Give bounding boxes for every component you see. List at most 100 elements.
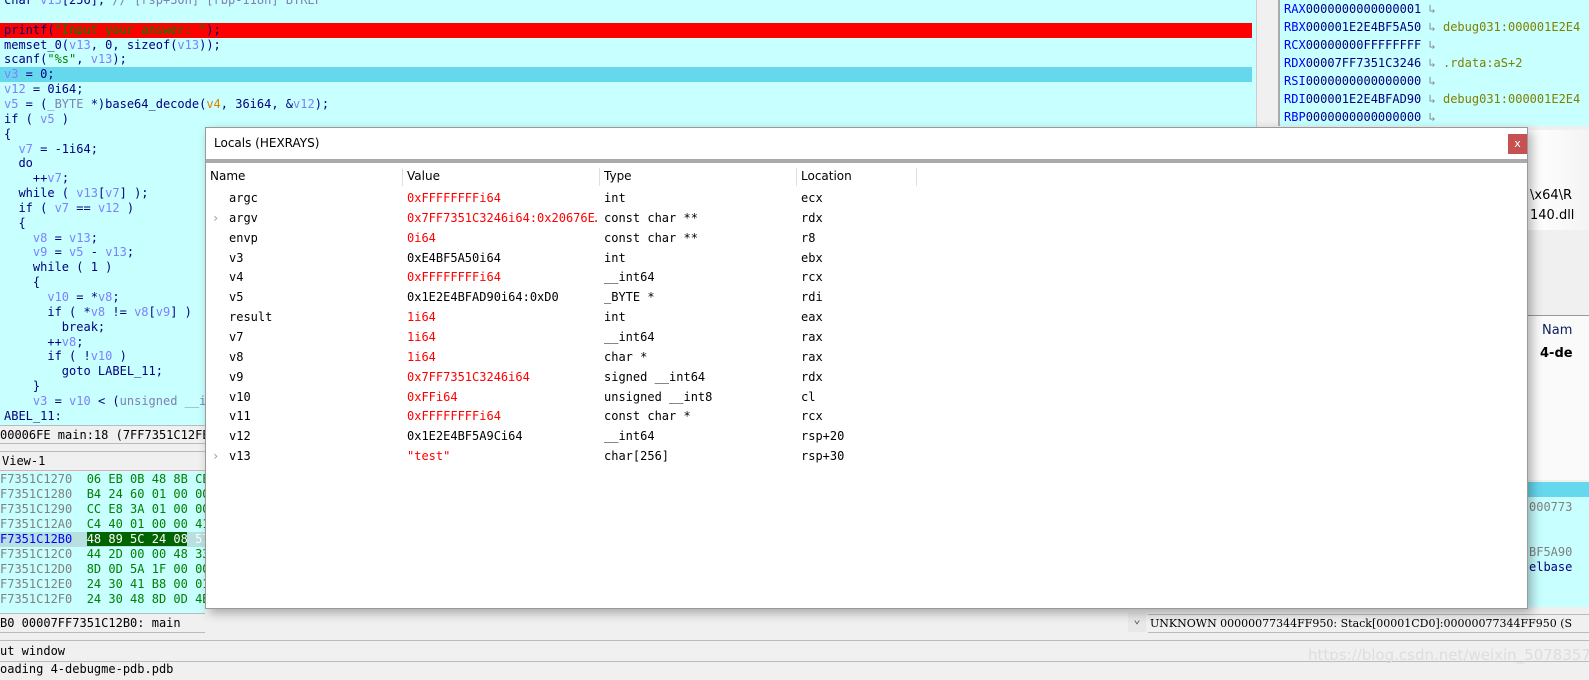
code-line[interactable]: printf("Input your answer: "); <box>0 22 1252 38</box>
locals-row[interactable]: › argv 0x7FF7351C3246i64:0x20676E… const ch… <box>206 208 1527 228</box>
locals-row[interactable]: › v13 "test" char[256] rsp+30 <box>206 446 1527 466</box>
hex-address: F7351C12D0 <box>0 562 73 576</box>
code-token: v8 <box>32 230 48 245</box>
pseudocode-scrollbar[interactable] <box>1256 0 1278 130</box>
local-location: r8 <box>801 230 816 245</box>
local-value[interactable]: 0x7FF7351C3246i64 <box>407 367 597 387</box>
local-value[interactable]: "test" <box>407 446 597 466</box>
code-line[interactable]: if ( v5 ) <box>4 112 1256 127</box>
code-line[interactable]: scanf("%s", v13); <box>4 52 1256 67</box>
column-header-type[interactable]: Type <box>600 168 797 186</box>
register-value[interactable]: 0000000000000000 <box>1306 74 1422 88</box>
local-location: rsp+20 <box>801 429 845 444</box>
code-line[interactable]: v3 = 0; <box>0 67 1252 83</box>
register-row[interactable]: RCX00000000FFFFFFFF ↳ <box>1284 36 1443 54</box>
locals-row[interactable]: v11 0xFFFFFFFFi64 const char * rcx <box>206 406 1527 426</box>
locals-row[interactable]: v10 0xFFi64 unsigned __int8 cl <box>206 387 1527 407</box>
close-button[interactable]: x <box>1508 134 1527 154</box>
register-value[interactable]: 00007FF7351C3246 <box>1306 56 1422 70</box>
code-token: v13 <box>40 0 62 7</box>
code-line[interactable]: memset_0(v13, 0, sizeof(v13)); <box>4 38 1256 53</box>
hex-row[interactable]: F7351C12E0 24 30 41 B8 00 01 0 <box>0 577 224 592</box>
register-name: RDX <box>1284 56 1306 70</box>
locals-row[interactable]: v4 0xFFFFFFFFi64 __int64 rcx <box>206 267 1527 287</box>
locals-row[interactable]: envp 0i64 const char ** r8 <box>206 228 1527 248</box>
hex-view[interactable]: F7351C1270 06 EB 0B 48 8B CE F F7351C1280… <box>0 472 224 620</box>
local-value[interactable]: 1i64 <box>407 327 597 347</box>
register-target[interactable]: .rdata:aS+2 <box>1443 56 1522 70</box>
local-value[interactable]: 1i64 <box>407 347 597 367</box>
register-row[interactable]: RDI000001E2E4BFAD90 ↳ debug031:000001E2E… <box>1284 90 1580 108</box>
local-value[interactable]: 0i64 <box>407 228 597 248</box>
local-value[interactable]: 0xFFFFFFFFi64 <box>407 406 597 426</box>
register-row[interactable]: RSI0000000000000000 ↳ <box>1284 72 1443 90</box>
hex-address: F7351C1270 <box>0 472 73 486</box>
expand-chevron-icon[interactable]: › <box>212 446 219 466</box>
hex-row[interactable]: F7351C1270 06 EB 0B 48 8B CE F <box>0 472 224 487</box>
local-location: rcx <box>801 409 823 424</box>
dialog-title[interactable]: Locals (HEXRAYS) <box>206 128 1527 159</box>
arrow-icon: ↳ <box>1421 110 1443 124</box>
hex-row[interactable]: F7351C12B0 48 89 5C 24 08 57 4 <box>0 532 224 547</box>
locals-dialog[interactable]: Locals (HEXRAYS) x Name Value Type Locat… <box>205 127 1528 609</box>
local-value[interactable]: 0x7FF7351C3246i64:0x20676E… <box>407 208 597 228</box>
code-line[interactable]: v12 = 0i64; <box>4 82 1256 97</box>
code-line[interactable] <box>4 8 1256 23</box>
register-value[interactable]: 0000000000000000 <box>1306 110 1422 124</box>
register-row[interactable]: RDX00007FF7351C3246 ↳ .rdata:aS+2 <box>1284 54 1522 72</box>
modules-name-header[interactable]: Nam <box>1542 323 1572 338</box>
hex-row[interactable]: F7351C12A0 C4 40 01 00 00 41 5 <box>0 517 224 532</box>
local-value[interactable]: 0xFFFFFFFFi64 <box>407 267 597 287</box>
register-name: RDI <box>1284 92 1306 106</box>
register-name: RSI <box>1284 74 1306 88</box>
register-row[interactable]: RBP0000000000000000 ↳ <box>1284 108 1443 126</box>
column-header-name[interactable]: Name <box>206 168 403 186</box>
locals-row[interactable]: result 1i64 int eax <box>206 307 1527 327</box>
register-value[interactable]: 000001E2E4BF5A50 <box>1306 20 1422 34</box>
locals-row[interactable]: v12 0x1E2E4BF5A9Ci64 __int64 rsp+20 <box>206 426 1527 446</box>
hex-row[interactable]: F7351C12F0 24 30 48 8D 0D 4B 1 <box>0 592 224 607</box>
scroll-down-icon[interactable]: ⌄ <box>1128 612 1146 632</box>
hex-row[interactable]: F7351C12C0 44 2D 00 00 48 33 C <box>0 547 224 562</box>
modules-list[interactable]: Nam 4-de <box>1528 315 1589 480</box>
locals-row[interactable]: v3 0xE4BF5A50i64 int ebx <box>206 248 1527 268</box>
hex-view-tab[interactable]: View-1 <box>0 451 205 471</box>
stack-line: BF5A90 <box>1529 545 1573 559</box>
register-row[interactable]: RAX0000000000000001 ↳ <box>1284 0 1443 18</box>
locals-row[interactable]: v5 0x1E2E4BFAD90i64:0xD0 _BYTE * rdi <box>206 287 1527 307</box>
local-value[interactable]: 0xFFFFFFFFi64 <box>407 188 597 208</box>
register-value[interactable]: 0000000000000001 <box>1306 2 1422 16</box>
code-line[interactable]: v5 = (_BYTE *)base64_decode(v4, 36i64, &… <box>4 97 1256 112</box>
register-value[interactable]: 00000000FFFFFFFF <box>1306 38 1422 52</box>
code-token: v12 <box>293 96 315 111</box>
module-item[interactable]: 4-de <box>1540 346 1573 361</box>
local-value[interactable]: 0xE4BF5A50i64 <box>407 248 597 268</box>
hex-row[interactable]: F7351C1280 B4 24 60 01 00 00 4 <box>0 487 224 502</box>
column-header-value[interactable]: Value <box>403 168 600 186</box>
register-row[interactable]: RBX000001E2E4BF5A50 ↳ debug031:000001E2E… <box>1284 18 1580 36</box>
hex-row[interactable]: F7351C12D0 8D 0D 5A 1F 00 00 E <box>0 562 224 577</box>
locals-row[interactable]: argc 0xFFFFFFFFi64 int ecx <box>206 188 1527 208</box>
expand-chevron-icon[interactable]: › <box>212 208 219 228</box>
local-value[interactable]: 0xFFi64 <box>407 387 597 407</box>
local-name: v11 <box>229 409 251 424</box>
code-token: v8 <box>90 304 106 319</box>
locals-row[interactable]: v9 0x7FF7351C3246i64 signed __int64 rdx <box>206 367 1527 387</box>
local-value[interactable]: 0x1E2E4BFAD90i64:0xD0 <box>407 287 597 307</box>
hex-bytes: 06 EB 0B 48 8B CE F <box>86 472 224 486</box>
column-header-location[interactable]: Location <box>797 168 917 186</box>
locals-row[interactable]: v8 1i64 char * rax <box>206 347 1527 367</box>
locals-row[interactable]: v7 1i64 __int64 rax <box>206 327 1527 347</box>
local-type: __int64 <box>604 429 655 444</box>
local-value[interactable]: 0x1E2E4BF5A9Ci64 <box>407 426 597 446</box>
local-value[interactable]: 1i64 <box>407 307 597 327</box>
code-line[interactable]: char v13[256]; // [rsp+30h] [rbp-118h] B… <box>4 0 1256 8</box>
register-target[interactable]: debug031:000001E2E4 <box>1443 20 1580 34</box>
register-target[interactable]: debug031:000001E2E4 <box>1443 92 1580 106</box>
register-value[interactable]: 000001E2E4BFAD90 <box>1306 92 1422 106</box>
local-location: ecx <box>801 191 823 205</box>
hex-bytes: 44 2D 00 00 48 33 C <box>86 547 224 561</box>
hex-bytes: 48 89 5C 24 08 57 4 <box>86 532 224 546</box>
hex-row[interactable]: F7351C1290 CC E8 3A 01 00 00 4 <box>0 502 224 517</box>
stack-view[interactable]: 000773 BF5A90 elbase <box>1528 482 1589 607</box>
